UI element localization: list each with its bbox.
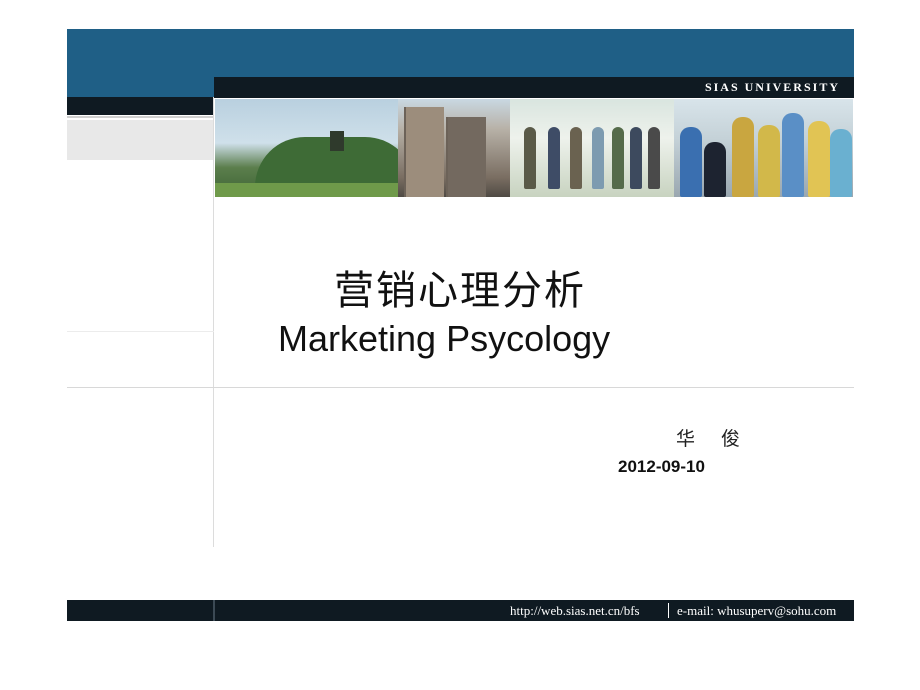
campus-landscape-photo — [215, 99, 398, 197]
building-shape — [446, 117, 486, 197]
footer-email-link[interactable]: e-mail: whusuperv@sohu.com — [677, 603, 853, 619]
person-figure — [592, 127, 604, 189]
pavilion-shape — [330, 131, 344, 151]
faint-divider — [67, 331, 214, 332]
person-figure — [732, 117, 754, 197]
horizontal-divider — [67, 387, 854, 388]
person-figure — [648, 127, 660, 189]
slide: SIAS UNIVERSITY 营销心理分析 Marketing Psycolo… — [0, 0, 920, 690]
person-figure — [612, 127, 624, 189]
campus-building-photo — [398, 99, 510, 197]
photo-strip — [215, 99, 853, 197]
lawn-shape — [215, 183, 398, 197]
faculty-group-photo — [510, 99, 674, 197]
person-figure — [808, 121, 830, 197]
person-figure — [680, 127, 702, 197]
person-figure — [524, 127, 536, 189]
footer-divider — [668, 603, 669, 618]
university-name: SIAS UNIVERSITY — [704, 80, 840, 94]
students-group-photo — [674, 99, 853, 197]
presentation-date: 2012-09-10 — [618, 457, 705, 476]
left-divider — [67, 116, 214, 118]
person-figure — [782, 113, 804, 197]
person-figure — [830, 129, 852, 197]
footer-separator — [213, 600, 215, 621]
footer-url-link[interactable]: http://web.sias.net.cn/bfs — [510, 603, 640, 619]
person-figure — [548, 127, 560, 189]
person-figure — [630, 127, 642, 189]
hill-shape — [255, 137, 398, 187]
title-english: Marketing Psycology — [278, 318, 611, 359]
left-gray-panel — [67, 120, 214, 160]
person-figure — [704, 142, 726, 197]
person-figure — [758, 125, 780, 197]
title-chinese: 营销心理分析 — [334, 268, 586, 314]
left-dark-strip — [67, 97, 214, 115]
building-shape — [404, 107, 444, 197]
person-figure — [570, 127, 582, 189]
vertical-divider — [213, 97, 214, 547]
author-name: 华 俊 — [676, 428, 751, 450]
